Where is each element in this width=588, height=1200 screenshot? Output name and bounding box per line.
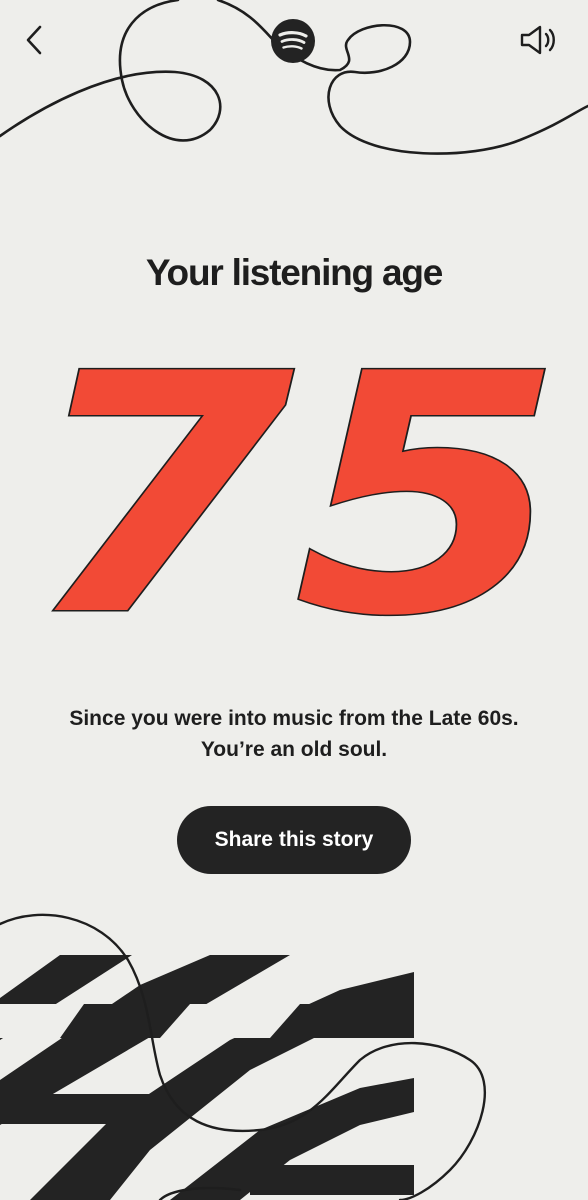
age-number-text: 75 — [24, 360, 564, 640]
listening-age-story: Your listening age 75 Since you were int… — [0, 0, 588, 1200]
description-line-1: Since you were into music from the Late … — [69, 707, 519, 730]
spotify-logo-icon — [271, 19, 315, 63]
top-bar — [0, 0, 588, 80]
listening-age-value: 75 — [23, 360, 566, 640]
story-title: Your listening age — [145, 252, 444, 293]
back-button[interactable] — [14, 18, 54, 62]
description-line-2: You’re an old soul. — [200, 738, 388, 761]
sound-toggle-button[interactable] — [514, 18, 562, 62]
chevron-left-icon — [26, 25, 42, 55]
speaker-icon — [520, 25, 555, 55]
share-story-button[interactable]: Share this story — [177, 806, 411, 874]
story-description: Since you were into music from the Late … — [0, 703, 588, 765]
